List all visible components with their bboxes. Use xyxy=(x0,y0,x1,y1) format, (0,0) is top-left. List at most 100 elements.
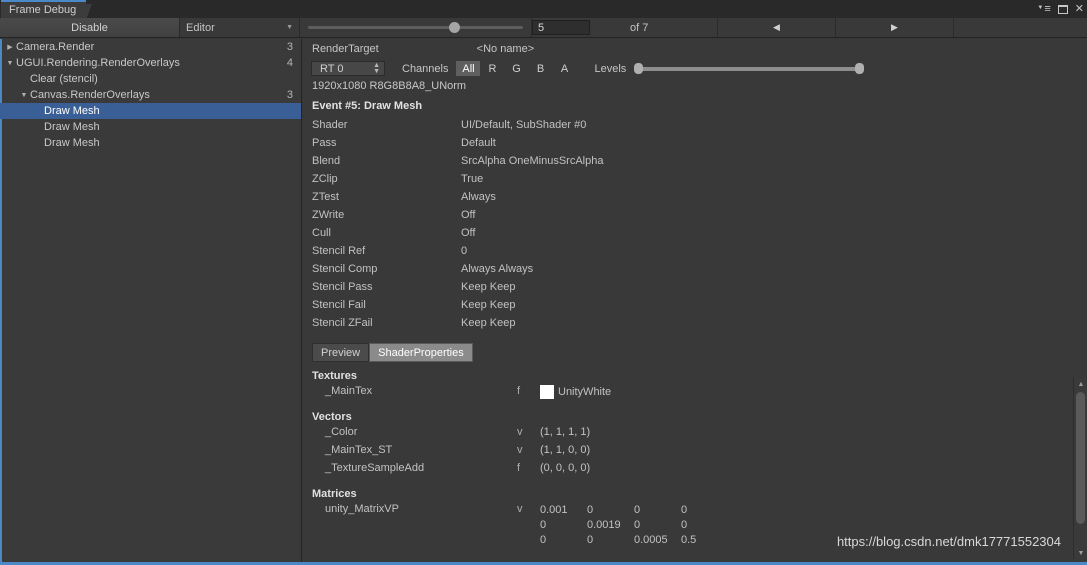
frame-slider[interactable] xyxy=(300,18,532,37)
property-row: Shader UI/Default, SubShader #0 xyxy=(303,116,1087,134)
render-target-value: <No name> xyxy=(476,42,535,55)
property-value: Always Always xyxy=(461,263,534,275)
levels-slider[interactable] xyxy=(634,62,865,75)
property-value: Keep Keep xyxy=(461,281,516,293)
disable-button[interactable]: Disable xyxy=(0,18,180,37)
property-row: Cull Off xyxy=(303,224,1087,242)
property-key: Pass xyxy=(312,137,337,149)
chevron-down-icon: ▼ xyxy=(286,24,293,31)
property-row: Stencil Pass Keep Keep xyxy=(303,278,1087,296)
tab-shaderproperties[interactable]: ShaderProperties xyxy=(369,343,473,362)
expand-arrow-icon[interactable]: ▶ xyxy=(4,43,16,51)
channel-button-group: All R G B A xyxy=(456,61,576,76)
tree-row-count: 3 xyxy=(286,41,293,53)
tree-row[interactable]: Draw Mesh xyxy=(0,119,301,135)
scrollbar-thumb[interactable] xyxy=(1076,392,1085,524)
event-tree-panel[interactable]: ▶ Camera.Render 3 ▼ UGUI.Rendering.RenderOve… xyxy=(0,39,302,562)
detail-scrollbar[interactable]: ▲ ▼ xyxy=(1073,378,1087,559)
property-key: Cull xyxy=(312,227,331,239)
matrix-cell: 0.001 xyxy=(540,504,568,516)
texture-row: _MainTex f UnityWhite xyxy=(303,385,1087,403)
matrix-cell: 0.5 xyxy=(681,534,697,546)
property-value: Default xyxy=(461,137,496,149)
textures-header: Textures xyxy=(312,370,358,382)
tab-frame-debug[interactable]: Frame Debug xyxy=(1,0,93,20)
channel-button-a[interactable]: A xyxy=(552,61,576,76)
levels-label: Levels xyxy=(594,62,627,75)
vector-name: _Color xyxy=(325,426,358,438)
matrix-values: 0.001 0 0 0 0 0.0019 0 0 0 0 0.0005 0.5 xyxy=(540,503,728,547)
texture-name: _MainTex xyxy=(325,385,373,397)
matrix-cell: 0 xyxy=(634,504,641,516)
frame-slider-track xyxy=(308,22,523,33)
property-value: UI/Default, SubShader #0 xyxy=(461,119,587,131)
tree-row-label: Canvas.RenderOverlays xyxy=(30,89,150,101)
maximize-icon[interactable] xyxy=(1057,4,1068,14)
texture-value-label: UnityWhite xyxy=(558,386,612,398)
scroll-down-icon[interactable]: ▼ xyxy=(1074,547,1087,559)
frame-number-value: 5 xyxy=(538,21,545,34)
tree-row-count: 3 xyxy=(286,89,293,101)
frame-number-input[interactable]: 5 xyxy=(532,20,590,35)
property-row: Stencil ZFail Keep Keep xyxy=(303,314,1087,332)
stepper-icon: ▲ ▼ xyxy=(373,61,380,75)
tree-row[interactable]: ▶ Camera.Render 3 xyxy=(0,39,301,55)
tree-row-label: Draw Mesh xyxy=(44,137,100,149)
tree-row[interactable]: Clear (stencil) xyxy=(0,71,301,87)
vector-row: _MainTex_ST v (1, 1, 0, 0) xyxy=(303,444,1087,462)
scroll-up-icon[interactable]: ▲ xyxy=(1074,378,1087,390)
channel-button-r[interactable]: R xyxy=(480,61,504,76)
frame-slider-knob[interactable] xyxy=(448,22,460,33)
channel-button-all[interactable]: All xyxy=(456,61,481,76)
tree-row[interactable]: ▼ Canvas.RenderOverlays 3 xyxy=(0,87,301,103)
rt-index-dropdown[interactable]: RT 0 ▲ ▼ xyxy=(311,61,385,76)
property-key: Blend xyxy=(312,155,341,167)
channel-button-b[interactable]: B xyxy=(528,61,552,76)
collapse-arrow-icon[interactable]: ▼ xyxy=(4,60,16,67)
close-icon[interactable]: ✕ xyxy=(1075,3,1084,15)
vector-type: v xyxy=(517,426,523,438)
render-target-header: RenderTarget <No name> xyxy=(303,39,1087,58)
tree-row[interactable]: Draw Mesh xyxy=(0,103,301,119)
collapse-arrow-icon[interactable]: ▼ xyxy=(18,92,30,99)
property-value: 0 xyxy=(461,245,468,257)
event-properties: Shader UI/Default, SubShader #0 Pass Defaul… xyxy=(303,116,1087,332)
matrix-type: v xyxy=(517,503,523,515)
tree-row[interactable]: ▼ UGUI.Rendering.RenderOverlays 4 xyxy=(0,55,301,71)
matrix-cell: 0.0019 xyxy=(587,519,621,531)
tab-preview[interactable]: Preview xyxy=(312,343,370,362)
levels-slider-min-knob[interactable] xyxy=(634,63,644,74)
target-dropdown[interactable]: Editor ▼ xyxy=(180,18,300,37)
frame-total-text: of 7 xyxy=(630,21,649,34)
property-row: Stencil Ref 0 xyxy=(303,242,1087,260)
tree-row[interactable]: Draw Mesh xyxy=(0,135,301,151)
channel-button-g[interactable]: G xyxy=(504,61,528,76)
vector-row: _TextureSampleAdd f (0, 0, 0, 0) xyxy=(303,462,1087,480)
next-arrow-icon: ▶ xyxy=(891,22,898,32)
property-value: Keep Keep xyxy=(461,317,516,329)
render-target-label: RenderTarget xyxy=(312,42,379,55)
window-menu-icon[interactable]: ▼ ≡ xyxy=(1037,3,1050,15)
property-key: ZTest xyxy=(312,191,339,203)
levels-slider-max-knob[interactable] xyxy=(855,63,865,74)
matrices-header: Matrices xyxy=(312,488,357,500)
target-dropdown-label: Editor xyxy=(186,21,215,34)
prev-event-button[interactable]: ◀ xyxy=(718,18,836,37)
tree-row-label: Draw Mesh xyxy=(44,105,100,117)
event-title: Event #5: Draw Mesh xyxy=(312,100,423,112)
vector-value: (1, 1, 1, 1) xyxy=(540,426,591,438)
property-value: Keep Keep xyxy=(461,299,516,311)
render-target-format: 1920x1080 R8G8B8A8_UNorm xyxy=(312,80,467,92)
tree-row-label: Draw Mesh xyxy=(44,121,100,133)
property-value: True xyxy=(461,173,484,185)
detail-tabstrip: Preview ShaderProperties xyxy=(312,343,1087,362)
property-row: ZTest Always xyxy=(303,188,1087,206)
levels-slider-track xyxy=(640,67,859,71)
vector-value: (0, 0, 0, 0) xyxy=(540,462,591,474)
property-key: ZWrite xyxy=(312,209,345,221)
next-event-button[interactable]: ▶ xyxy=(836,18,954,37)
vectors-header: Vectors xyxy=(312,411,352,423)
property-value: SrcAlpha OneMinusSrcAlpha xyxy=(461,155,604,167)
frame-debugger-window: Frame Debug ▼ ≡ ✕ Disable Editor ▼ 5 of 7 xyxy=(0,0,1087,565)
rt-index-label: RT 0 xyxy=(320,62,344,75)
